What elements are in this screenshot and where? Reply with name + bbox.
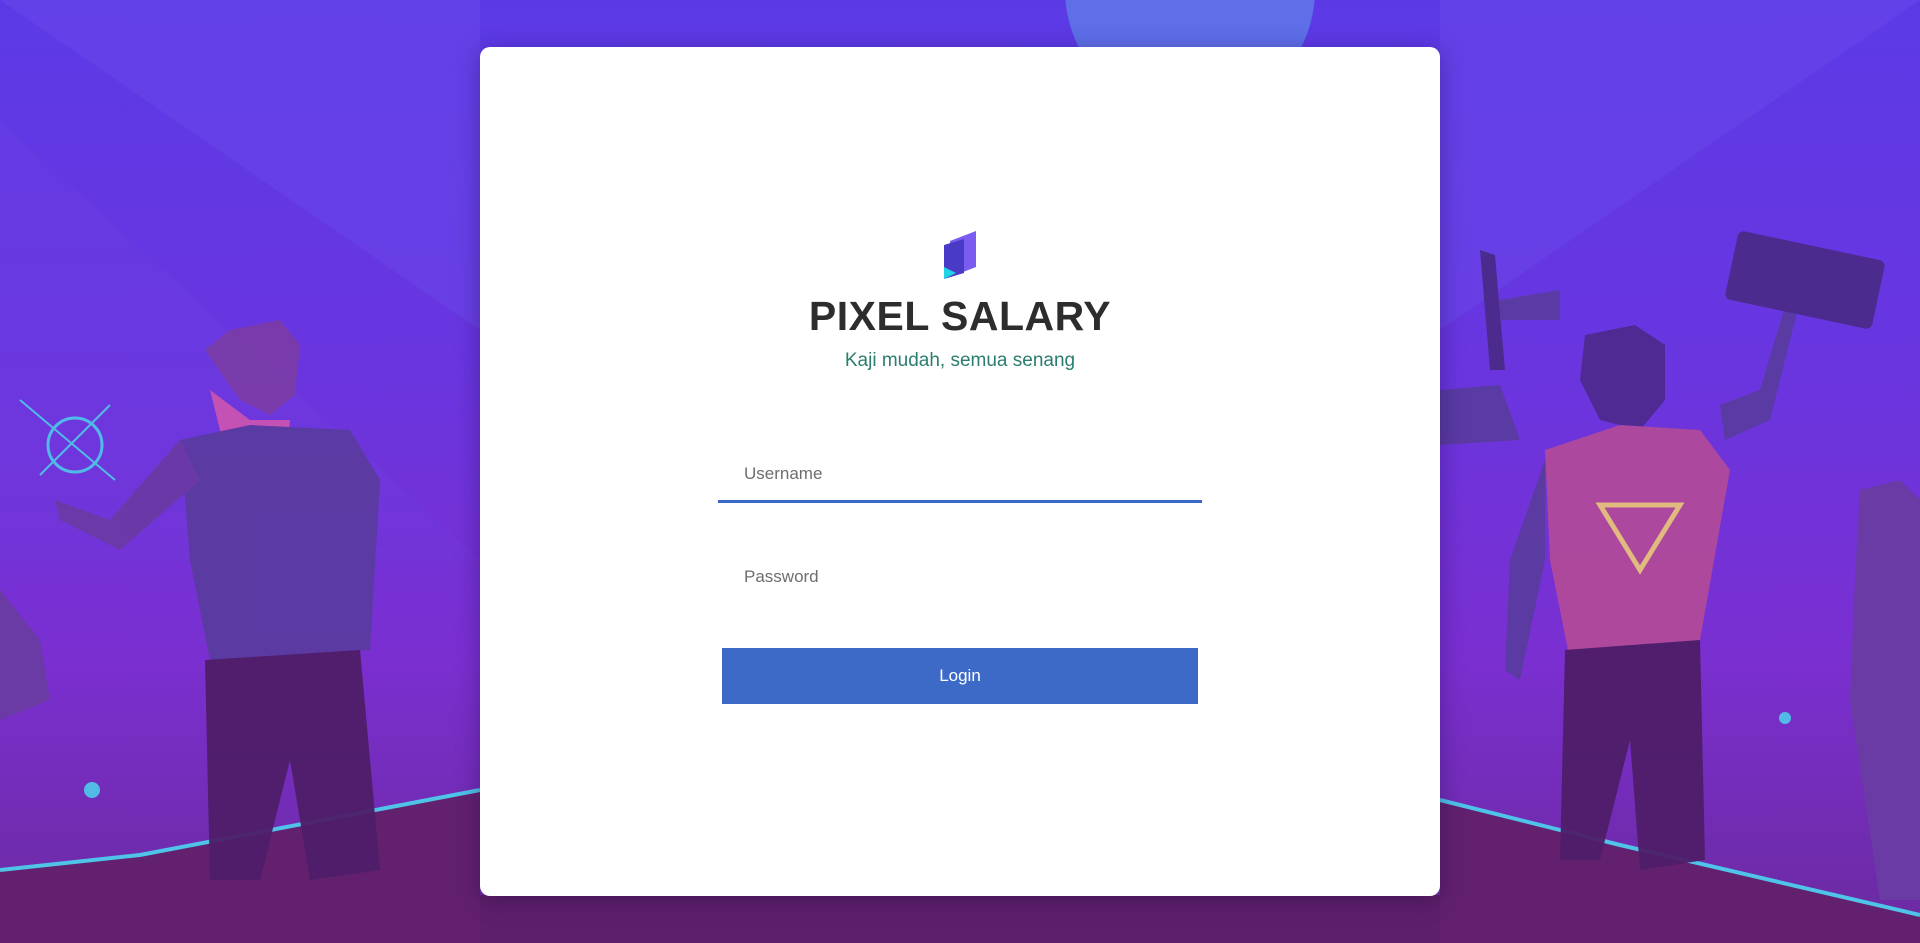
left-edge-figure — [0, 590, 50, 720]
pixel-salary-logo-icon — [944, 231, 976, 279]
username-field — [718, 447, 1202, 503]
app-title: PIXEL SALARY — [808, 293, 1112, 339]
right-edge-figure — [1850, 480, 1920, 900]
username-input[interactable] — [718, 447, 1202, 500]
password-input[interactable] — [718, 549, 1202, 604]
password-field — [718, 549, 1202, 605]
right-person-figure — [1440, 231, 1885, 870]
login-card: PIXEL SALARY Kaji mudah, semua senang Lo… — [480, 47, 1440, 896]
login-button[interactable]: Login — [722, 648, 1198, 704]
app-tagline: Kaji mudah, semua senang — [844, 350, 1076, 371]
